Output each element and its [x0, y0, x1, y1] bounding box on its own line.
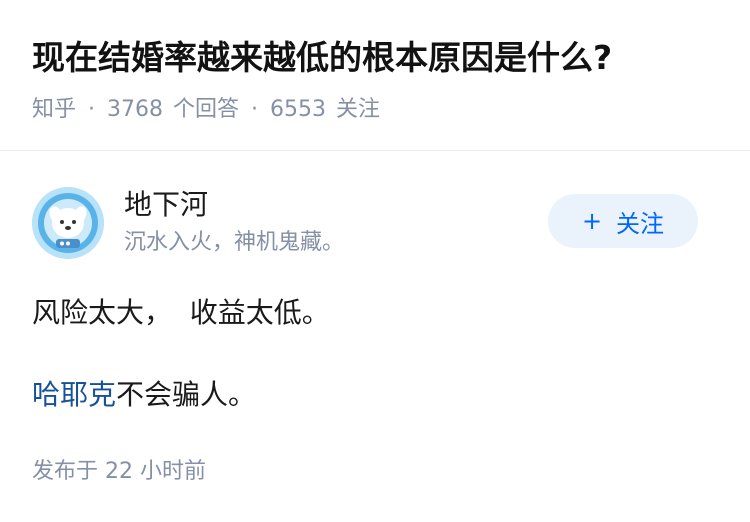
follow-button-label: 关注 — [616, 209, 665, 238]
question-title[interactable]: 现在结婚率越来越低的根本原因是什么? — [32, 34, 612, 82]
follower-count: 6553 — [270, 97, 327, 122]
answer-text-rest: 不会骗人。 — [116, 378, 257, 411]
author-name[interactable]: 地下河 — [124, 185, 208, 225]
source-label[interactable]: 知乎 — [32, 94, 76, 126]
meta-separator: · — [88, 97, 96, 122]
answer-text-line: 风险太大， 收益太低。 — [32, 296, 330, 329]
answer-text-line: 哈耶克不会骗人。 — [32, 375, 256, 415]
astronaut-dog-avatar-icon — [32, 187, 104, 259]
hayek-link[interactable]: 哈耶克 — [32, 378, 116, 411]
author-bio: 沉水入火，神机鬼藏。 — [124, 230, 345, 255]
question-header: 现在结婚率越来越低的根本原因是什么? 知乎 · 3768 个回答 · 6553 … — [0, 0, 750, 151]
follow-button[interactable]: + 关注 — [548, 194, 698, 248]
follower-count-label[interactable]: 关注 — [336, 94, 380, 126]
avatar[interactable] — [32, 187, 104, 259]
answer-count-label[interactable]: 个回答 — [173, 94, 239, 126]
plus-icon: + — [581, 207, 603, 235]
answer-card: 地下河 沉水入火，神机鬼藏。 + 关注 风险太大， 收益太低。 哈耶克不会骗人。… — [0, 151, 750, 522]
answer-count: 3768 — [107, 97, 164, 122]
publish-time: 发布于 22 小时前 — [32, 459, 206, 484]
question-meta: 知乎 · 3768 个回答 · 6553 关注 — [32, 94, 380, 126]
meta-separator: · — [251, 97, 259, 122]
